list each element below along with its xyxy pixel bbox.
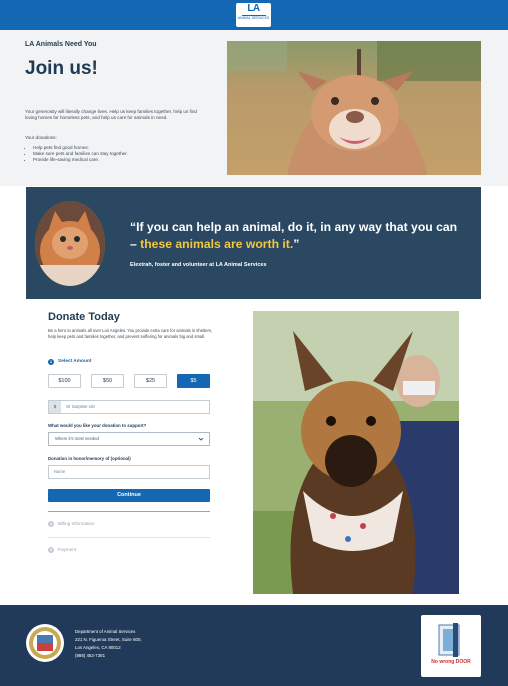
kitten-illustration: [35, 201, 105, 286]
donate-intro: Be a hero to animals all over Los Angele…: [48, 328, 213, 339]
hero-kicker: LA Animals Need You: [25, 41, 97, 48]
support-select-value: Where it's most needed: [55, 436, 99, 441]
shepherd-dog-photo: [253, 311, 459, 594]
footer-line: Department of Animal Services: [75, 629, 136, 634]
footer-phone[interactable]: (888) 452-7381: [75, 652, 142, 660]
testimonial-attribution: Elextrah, foster and volunteer at LA Ani…: [130, 262, 267, 268]
list-item: Provide life-saving medical care.: [33, 157, 128, 163]
no-wrong-door-badge[interactable]: No wrong DOOR: [421, 615, 481, 677]
no-wrong-door-logo: [438, 623, 460, 657]
city-seal-icon: [26, 624, 64, 662]
step-3-badge: 3: [48, 547, 54, 553]
support-field-label: What would you like your donation to sup…: [48, 423, 147, 428]
currency-prefix: $: [49, 401, 61, 413]
logo-text: LA: [247, 3, 260, 14]
continue-button[interactable]: Continue: [48, 489, 210, 502]
hero-title: Join us!: [25, 58, 98, 79]
name-placeholder: Name: [54, 469, 66, 474]
amount-option-100[interactable]: $100: [48, 374, 81, 388]
other-amount-input[interactable]: $ Or Surprise Us!: [48, 400, 210, 414]
quote-end-text: ”: [293, 237, 300, 251]
hero-dog-photo: [227, 41, 481, 175]
step-1-badge: 1: [48, 359, 54, 365]
badge-text: No wrong DOOR: [431, 659, 471, 665]
step-1-label: Select Amount: [58, 359, 92, 364]
step-divider: [48, 537, 210, 538]
step-3-label[interactable]: Payment: [58, 547, 76, 552]
amount-option-5-selected[interactable]: $5: [177, 374, 210, 388]
chevron-down-icon: [198, 437, 204, 441]
step-2-badge: 2: [48, 521, 54, 527]
hero-intro: Your generosity will literally change li…: [25, 109, 197, 120]
quote-highlight-text: these animals are worth it.: [140, 237, 294, 251]
logo-subtext: ANIMAL SERVICES: [237, 16, 270, 20]
honor-field-label: Donation in honor/memory of (optional): [48, 456, 131, 461]
amount-option-50[interactable]: $50: [91, 374, 124, 388]
testimonial-quote: “If you can help an animal, do it, in an…: [130, 219, 460, 253]
kitten-photo: [35, 201, 105, 286]
shepherd-dog-illustration: [253, 311, 459, 594]
donations-label: Your donations:: [25, 135, 57, 140]
amount-option-25[interactable]: $25: [134, 374, 167, 388]
step-2-label[interactable]: Billing Information: [58, 521, 95, 526]
footer-line: Los Angeles, CA 90012: [75, 645, 121, 650]
donations-list: Help pets find good homes. Make sure pet…: [33, 145, 128, 163]
la-animal-services-logo[interactable]: LA ANIMAL SERVICES: [236, 3, 271, 27]
step-divider-active: [48, 511, 210, 512]
top-header-bar: LA ANIMAL SERVICES: [0, 0, 508, 30]
dog-photo-illustration: [227, 41, 481, 175]
footer-line: 221 N. Figueroa Street, Suite 600,: [75, 637, 142, 642]
honor-name-input[interactable]: Name: [48, 465, 210, 479]
footer-address: Department of Animal Services 221 N. Fig…: [75, 628, 142, 660]
other-amount-placeholder: Or Surprise Us!: [66, 404, 95, 409]
donate-title: Donate Today: [48, 311, 120, 323]
support-select[interactable]: Where it's most needed: [48, 432, 210, 446]
